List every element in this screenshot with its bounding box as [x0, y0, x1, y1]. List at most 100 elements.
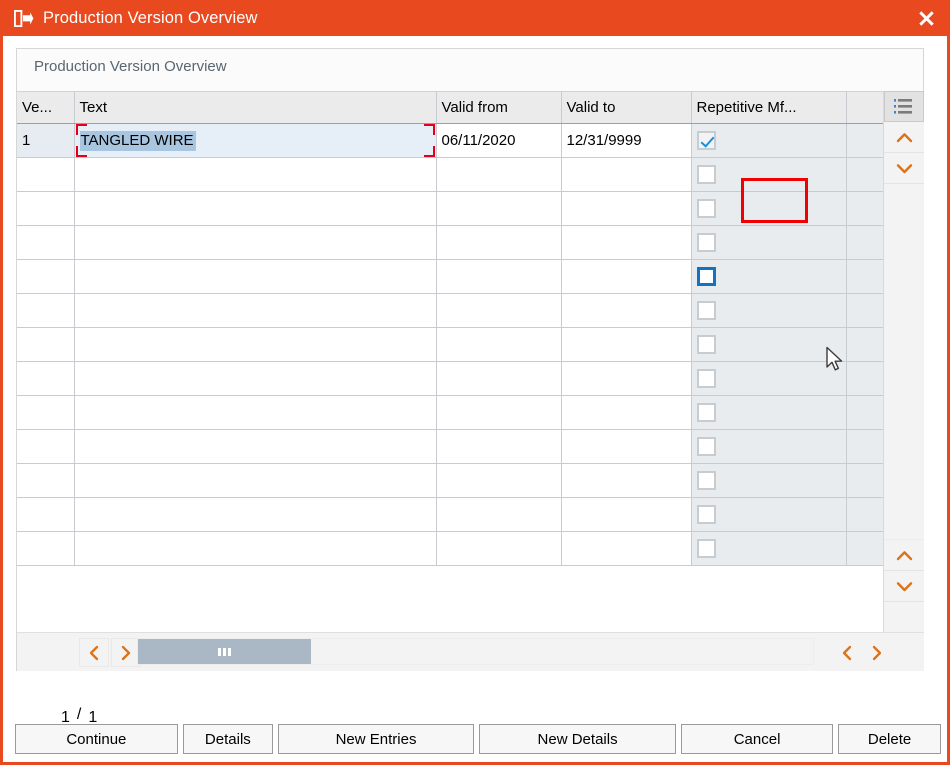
- cell-version[interactable]: [17, 157, 75, 192]
- cell-valid-to[interactable]: 12/31/9999: [561, 123, 692, 158]
- new-details-button[interactable]: New Details: [479, 724, 677, 754]
- cell-repetitive-manufacturing[interactable]: [691, 429, 847, 464]
- cell-valid-from[interactable]: 06/11/2020: [436, 123, 562, 158]
- cell-text[interactable]: [74, 327, 437, 362]
- cell-text[interactable]: [74, 361, 437, 396]
- scroll-left-button-end[interactable]: [832, 638, 862, 667]
- close-icon[interactable]: [902, 0, 950, 36]
- table-row[interactable]: [17, 225, 883, 260]
- cell-version[interactable]: [17, 191, 75, 226]
- cell-text[interactable]: [74, 429, 437, 464]
- cell-repetitive-manufacturing[interactable]: [691, 327, 847, 362]
- table-row[interactable]: [17, 293, 883, 328]
- table-row[interactable]: [17, 327, 883, 362]
- repetitive-manufacturing-checkbox[interactable]: [696, 539, 716, 558]
- table-row[interactable]: 1 TANGLED WIRE 06/11/2020 12/31/9999: [17, 123, 883, 158]
- cell-text[interactable]: [74, 259, 437, 294]
- cell-text[interactable]: [74, 191, 437, 226]
- repetitive-manufacturing-checkbox[interactable]: [696, 437, 716, 456]
- cell-valid-from[interactable]: [436, 225, 562, 260]
- cell-valid-to[interactable]: [561, 225, 692, 260]
- table-row[interactable]: [17, 463, 883, 498]
- cell-repetitive-manufacturing[interactable]: [691, 497, 847, 532]
- cell-valid-from[interactable]: [436, 327, 562, 362]
- table-row[interactable]: [17, 429, 883, 464]
- details-button[interactable]: Details: [182, 724, 273, 754]
- repetitive-manufacturing-checkbox[interactable]: [696, 267, 716, 286]
- cell-version[interactable]: [17, 429, 75, 464]
- cell-valid-from[interactable]: [436, 361, 562, 396]
- cell-text[interactable]: [74, 395, 437, 430]
- scroll-left-button[interactable]: [79, 638, 109, 667]
- column-header-valid-from[interactable]: Valid from: [436, 91, 562, 124]
- column-header-version[interactable]: Ve...: [17, 91, 75, 124]
- scroll-up-button-bottom[interactable]: [884, 540, 924, 571]
- cell-repetitive-manufacturing[interactable]: [691, 395, 847, 430]
- repetitive-manufacturing-checkbox[interactable]: [696, 301, 716, 320]
- cell-repetitive-manufacturing[interactable]: [691, 463, 847, 498]
- cell-valid-to[interactable]: [561, 395, 692, 430]
- scroll-down-button-top[interactable]: [884, 153, 924, 184]
- cell-version[interactable]: [17, 225, 75, 260]
- scroll-up-button-top[interactable]: [884, 122, 924, 153]
- cell-repetitive-manufacturing[interactable]: [691, 293, 847, 328]
- repetitive-manufacturing-checkbox[interactable]: [696, 505, 716, 524]
- repetitive-manufacturing-checkbox[interactable]: [696, 233, 716, 252]
- cell-valid-to[interactable]: [561, 497, 692, 532]
- table-row[interactable]: [17, 259, 883, 294]
- production-version-table-scroll[interactable]: Ve... Text Valid from Valid to Repetitiv…: [17, 91, 883, 632]
- table-settings-icon[interactable]: [884, 91, 924, 122]
- cell-version[interactable]: [17, 259, 75, 294]
- cell-valid-to[interactable]: [561, 293, 692, 328]
- cell-text[interactable]: [74, 225, 437, 260]
- cell-repetitive-manufacturing[interactable]: [691, 157, 847, 192]
- repetitive-manufacturing-checkbox[interactable]: [696, 165, 716, 184]
- table-row[interactable]: [17, 191, 883, 226]
- cell-valid-to[interactable]: [561, 361, 692, 396]
- cell-repetitive-manufacturing[interactable]: [691, 361, 847, 396]
- delete-button[interactable]: Delete: [838, 724, 942, 754]
- cell-valid-to[interactable]: [561, 429, 692, 464]
- cell-valid-from[interactable]: [436, 463, 562, 498]
- cell-version[interactable]: [17, 395, 75, 430]
- cell-repetitive-manufacturing[interactable]: [691, 259, 847, 294]
- cell-valid-to[interactable]: [561, 531, 692, 566]
- cell-valid-from[interactable]: [436, 395, 562, 430]
- cell-valid-from[interactable]: [436, 191, 562, 226]
- cell-repetitive-manufacturing[interactable]: [691, 123, 847, 158]
- repetitive-manufacturing-checkbox[interactable]: [696, 471, 716, 490]
- cell-version[interactable]: [17, 293, 75, 328]
- cell-valid-from[interactable]: [436, 259, 562, 294]
- cell-valid-from[interactable]: [436, 293, 562, 328]
- cell-valid-from[interactable]: [436, 531, 562, 566]
- horizontal-scroll-thumb[interactable]: [138, 639, 311, 664]
- column-header-repetitive[interactable]: Repetitive Mf...: [691, 91, 847, 124]
- cell-valid-from[interactable]: [436, 157, 562, 192]
- cell-valid-to[interactable]: [561, 157, 692, 192]
- cell-version[interactable]: [17, 361, 75, 396]
- cell-text[interactable]: TANGLED WIRE: [74, 123, 437, 158]
- scroll-down-button-bottom[interactable]: [884, 571, 924, 602]
- vertical-scroll-track[interactable]: [884, 184, 924, 540]
- cell-text[interactable]: [74, 463, 437, 498]
- cell-valid-to[interactable]: [561, 191, 692, 226]
- column-header-text[interactable]: Text: [74, 91, 437, 124]
- column-header-valid-to[interactable]: Valid to: [561, 91, 692, 124]
- table-row[interactable]: [17, 497, 883, 532]
- cell-valid-from[interactable]: [436, 497, 562, 532]
- table-row[interactable]: [17, 531, 883, 566]
- cell-version[interactable]: [17, 497, 75, 532]
- scroll-right-button-end[interactable]: [862, 638, 892, 667]
- cell-text[interactable]: [74, 497, 437, 532]
- cell-valid-to[interactable]: [561, 463, 692, 498]
- cell-version[interactable]: 1: [17, 123, 75, 158]
- cell-version[interactable]: [17, 327, 75, 362]
- repetitive-manufacturing-checkbox[interactable]: [696, 403, 716, 422]
- cell-repetitive-manufacturing[interactable]: [691, 191, 847, 226]
- table-row[interactable]: [17, 361, 883, 396]
- cell-valid-to[interactable]: [561, 259, 692, 294]
- cell-valid-from[interactable]: [436, 429, 562, 464]
- continue-button[interactable]: Continue: [15, 724, 178, 754]
- cell-valid-to[interactable]: [561, 327, 692, 362]
- cell-text[interactable]: [74, 293, 437, 328]
